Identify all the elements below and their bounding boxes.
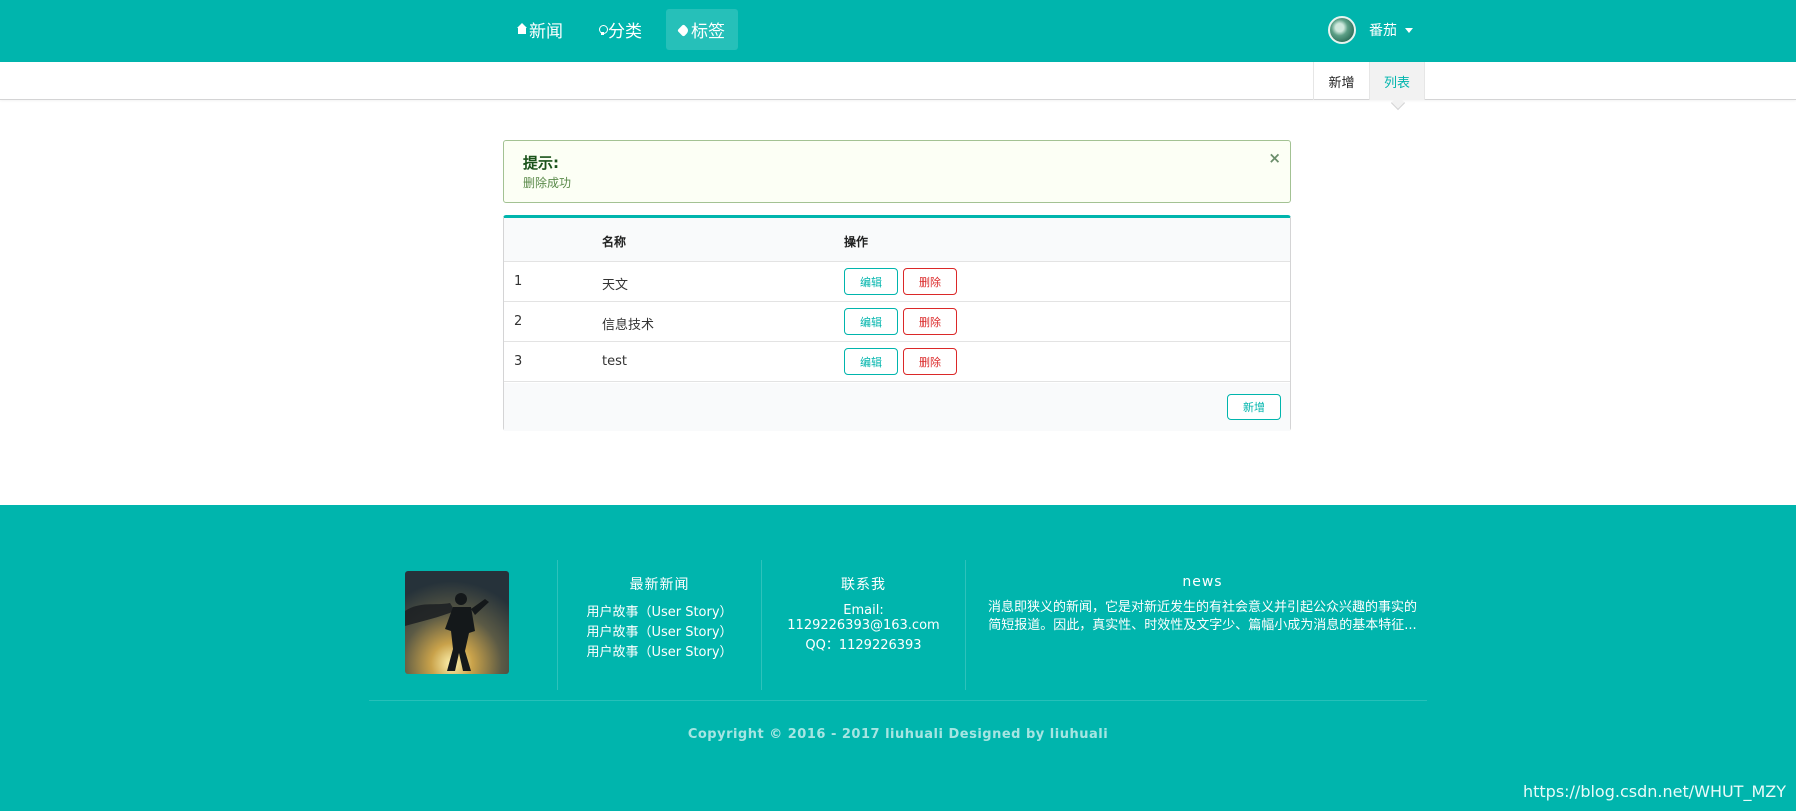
news-link[interactable]: 用户故事（User Story） bbox=[558, 603, 761, 623]
table-footer: 新增 bbox=[504, 383, 1290, 431]
table-row: 3 test 编辑 删除 bbox=[504, 342, 1290, 382]
copyright: Copyright © 2016 - 2017 liuhuali Designe… bbox=[687, 727, 1109, 742]
sub-item-label: 新增 bbox=[1328, 75, 1355, 91]
watermark: https://blog.csdn.net/WHUT_MZY bbox=[1522, 782, 1786, 801]
row-name: test bbox=[602, 354, 627, 369]
footer-photo bbox=[405, 571, 509, 674]
edit-button[interactable]: 编辑 bbox=[844, 268, 898, 295]
footer: 最新新闻 用户故事（User Story） 用户故事（User Story） 用… bbox=[0, 505, 1796, 811]
column-header-name: 名称 bbox=[602, 235, 627, 249]
edit-button[interactable]: 编辑 bbox=[844, 348, 898, 375]
silhouette-image bbox=[405, 571, 509, 674]
news-link[interactable]: 用户故事（User Story） bbox=[558, 643, 761, 663]
row-id: 2 bbox=[514, 314, 523, 329]
qq-value: QQ：1129226393 bbox=[805, 638, 922, 653]
alert-message: 删除成功 bbox=[523, 176, 572, 190]
tag-table: 名称 操作 1 天文 编辑 删除 2 信息技术 编辑 删除 3 test 编辑 … bbox=[503, 215, 1291, 431]
table-row: 2 信息技术 编辑 删除 bbox=[504, 302, 1290, 342]
news-title: news bbox=[1182, 574, 1223, 590]
add-tag-button[interactable]: 新增 bbox=[1227, 394, 1281, 420]
delete-button[interactable]: 删除 bbox=[903, 348, 957, 375]
home-icon bbox=[517, 22, 527, 35]
nav-item-label: 新闻 bbox=[529, 22, 563, 42]
sub-menu: 新增 列表 bbox=[0, 62, 1796, 100]
delete-button[interactable]: 删除 bbox=[903, 268, 957, 295]
close-icon[interactable]: × bbox=[1268, 149, 1281, 167]
row-id: 1 bbox=[514, 274, 523, 289]
chevron-down-icon bbox=[1405, 27, 1413, 33]
edit-button[interactable]: 编辑 bbox=[844, 308, 898, 335]
sub-item-label: 列表 bbox=[1383, 75, 1410, 91]
nav-item-category[interactable]: 分类 bbox=[586, 9, 655, 50]
news-text: 消息即狭义的新闻，它是对新近发生的有社会意义并引起公众兴趣的事实的简短报道。因此… bbox=[987, 600, 1417, 633]
success-message: 提示: 删除成功 × bbox=[503, 140, 1291, 203]
nav-item-label: 分类 bbox=[608, 22, 642, 42]
row-id: 3 bbox=[514, 354, 523, 369]
sub-item-list[interactable]: 列表 bbox=[1369, 62, 1425, 100]
email-label: Email: bbox=[843, 603, 884, 618]
footer-divider bbox=[369, 700, 1427, 701]
contact-column: 联系我 Email: 1129226393@163.com QQ：1129226… bbox=[761, 560, 965, 690]
row-name: 天文 bbox=[602, 278, 629, 293]
news-column: news 消息即狭义的新闻，它是对新近发生的有社会意义并引起公众兴趣的事实的简短… bbox=[965, 560, 1439, 690]
avatar bbox=[1328, 16, 1356, 44]
table-row: 1 天文 编辑 删除 bbox=[504, 262, 1290, 302]
sub-item-add[interactable]: 新增 bbox=[1313, 62, 1369, 100]
row-name: 信息技术 bbox=[602, 318, 655, 333]
column-header-action: 操作 bbox=[844, 235, 869, 249]
alert-title: 提示: bbox=[523, 154, 559, 172]
lightbulb-icon bbox=[599, 24, 608, 35]
latest-news-column: 最新新闻 用户故事（User Story） 用户故事（User Story） 用… bbox=[557, 560, 761, 690]
tag-icon bbox=[679, 25, 689, 35]
delete-button[interactable]: 删除 bbox=[903, 308, 957, 335]
nav-item-news[interactable]: 新闻 bbox=[504, 9, 576, 50]
nav-item-tags[interactable]: 标签 bbox=[666, 9, 738, 50]
latest-news-title: 最新新闻 bbox=[629, 577, 690, 593]
user-menu[interactable]: 番茄 bbox=[1328, 14, 1413, 46]
contact-title: 联系我 bbox=[841, 577, 886, 593]
table-header: 名称 操作 bbox=[504, 218, 1290, 262]
user-name: 番茄 bbox=[1369, 23, 1397, 39]
news-link[interactable]: 用户故事（User Story） bbox=[558, 623, 761, 643]
email-value: 1129226393@163.com bbox=[787, 618, 940, 633]
nav-item-label: 标签 bbox=[691, 22, 725, 42]
top-nav: 新闻 分类 标签 番茄 bbox=[0, 0, 1796, 62]
